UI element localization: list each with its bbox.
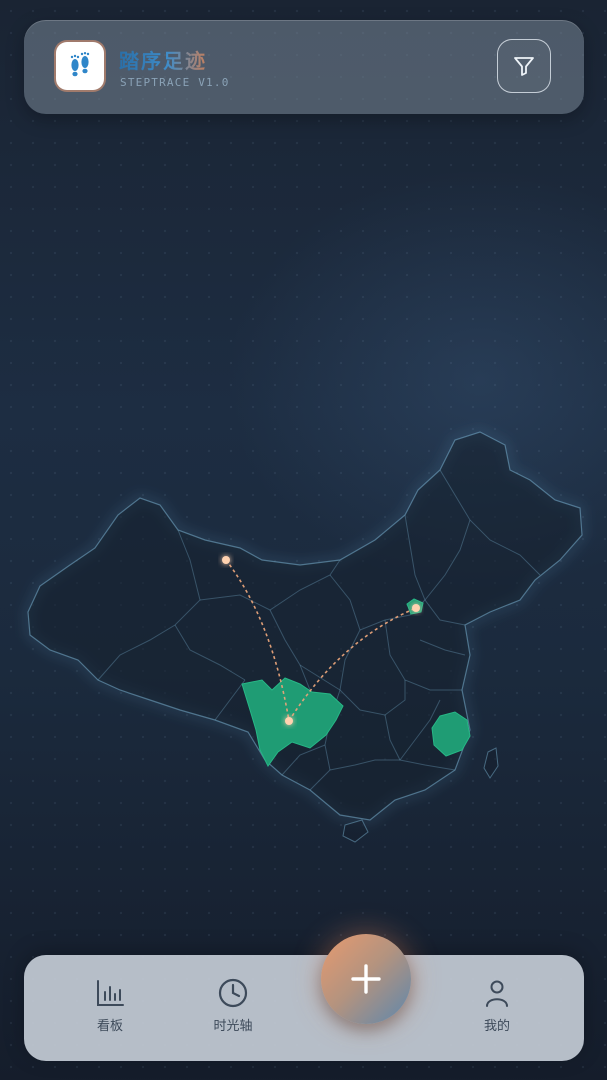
hainan-island [342,819,369,843]
nav-label-timeline: 时光轴 [213,1019,253,1034]
add-footprint-button[interactable] [321,934,411,1024]
top-header: 踏序足迹 STEPTRACE V1.0 [24,20,584,114]
bar-chart-icon [97,980,124,1006]
footprints-icon [70,52,90,77]
filter-button[interactable] [497,39,551,93]
nav-item-timeline[interactable]: 时光轴 [188,977,278,1047]
route-point-xinjiang[interactable] [222,556,230,564]
app-version: STEPTRACE V1.0 [120,76,230,89]
bottom-navigation: 看板 时光轴 我的 [24,955,584,1061]
taiwan-island [483,747,499,779]
china-outline [27,431,583,821]
plus-icon [351,964,381,994]
route-point-sichuan[interactable] [285,717,293,725]
nav-label-profile: 我的 [483,1019,510,1034]
nav-item-profile[interactable]: 我的 [452,977,542,1047]
nav-item-dashboard[interactable]: 看板 [65,977,155,1047]
clock-icon [218,978,248,1008]
china-map[interactable] [0,0,607,1080]
app-title: 踏序足迹 [119,45,207,74]
app-logo [56,42,104,90]
nav-label-dashboard: 看板 [96,1019,123,1034]
filter-icon [514,57,534,76]
route-point-beijing[interactable] [412,604,420,612]
user-icon [486,980,508,1007]
